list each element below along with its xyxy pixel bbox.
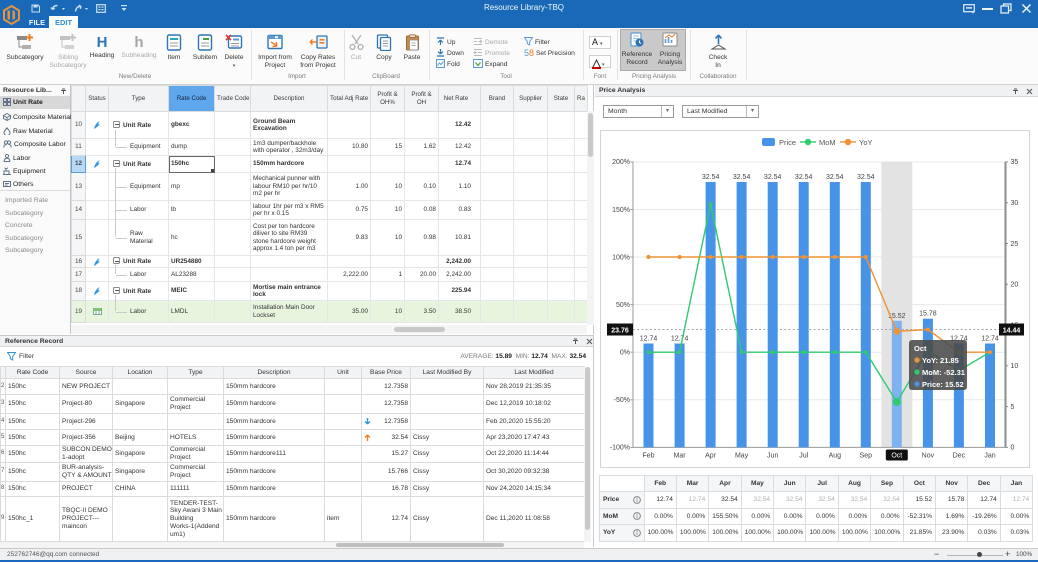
svg-text:MoM: -52.31: MoM: -52.31 (922, 368, 965, 377)
svg-text:12.74: 12.74 (640, 336, 658, 343)
svg-text:30: 30 (1011, 200, 1019, 207)
svg-text:Nov: Nov (922, 453, 935, 460)
svg-text:Feb: Feb (642, 453, 654, 460)
svg-text:0%: 0% (620, 350, 630, 357)
svg-text:8: 8 (529, 48, 534, 57)
svg-text:-50%: -50% (614, 397, 630, 404)
svg-text:0: 0 (1011, 445, 1015, 452)
svg-text:Jun: Jun (767, 453, 778, 460)
svg-text:12.74: 12.74 (671, 336, 689, 343)
svg-text:32.54: 32.54 (826, 174, 844, 181)
svg-text:Price: 15.52: Price: 15.52 (922, 380, 964, 389)
svg-text:25: 25 (1011, 241, 1019, 248)
svg-text:32.54: 32.54 (764, 174, 782, 181)
svg-text:12.74: 12.74 (981, 336, 999, 343)
svg-text:15.78: 15.78 (919, 311, 937, 318)
svg-text:10: 10 (1011, 363, 1019, 370)
svg-text:35: 35 (1011, 159, 1019, 166)
svg-text:Mar: Mar (674, 453, 687, 460)
svg-text:5: 5 (1011, 404, 1015, 411)
svg-text:-100%: -100% (610, 445, 630, 452)
svg-text:Price: Price (779, 138, 796, 147)
svg-text:20: 20 (1011, 282, 1019, 289)
svg-text:32.54: 32.54 (733, 174, 751, 181)
svg-text:32.54: 32.54 (702, 174, 720, 181)
svg-text:YoY: YoY (859, 138, 873, 147)
svg-text:Oct: Oct (914, 344, 927, 353)
svg-text:200%: 200% (612, 159, 630, 166)
svg-text:Jan: Jan (984, 453, 995, 460)
svg-text:50%: 50% (616, 302, 630, 309)
svg-text:Dec: Dec (953, 453, 966, 460)
svg-text:May: May (735, 453, 749, 460)
svg-text:150%: 150% (612, 207, 630, 214)
svg-text:32.54: 32.54 (857, 174, 875, 181)
svg-text:MoM: MoM (819, 138, 836, 147)
svg-text:Oct: Oct (891, 453, 902, 460)
svg-text:Apr: Apr (705, 453, 717, 460)
svg-text:32.54: 32.54 (795, 174, 813, 181)
svg-text:Sep: Sep (860, 453, 873, 460)
svg-text:100%: 100% (612, 254, 630, 261)
svg-text:Aug: Aug (829, 453, 842, 460)
svg-text:YoY: 21.85: YoY: 21.85 (922, 356, 959, 365)
svg-text:14.44: 14.44 (1003, 327, 1021, 334)
svg-text:23.76: 23.76 (611, 327, 629, 334)
svg-text:Jul: Jul (799, 453, 808, 460)
